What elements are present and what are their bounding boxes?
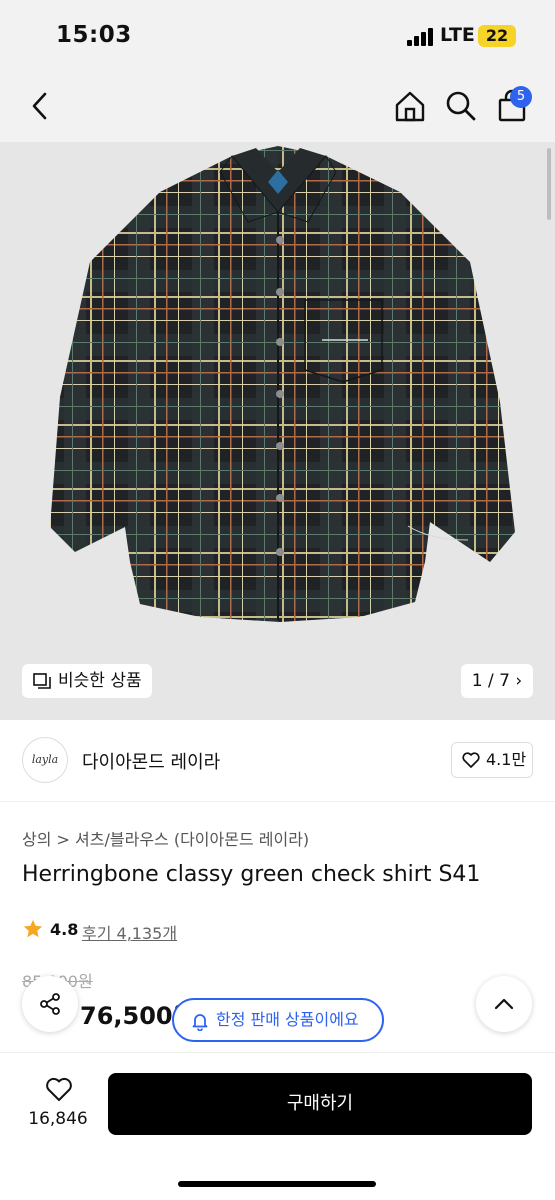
scroll-to-top-button[interactable] (476, 976, 532, 1032)
limited-sale-notice: 한정 판매 상품이에요 (172, 998, 384, 1042)
breadcrumb-secondary[interactable]: 셔츠/블라우스 (다이아몬드 레이라) (75, 830, 309, 849)
bottom-action-bar: 16,846 구매하기 (0, 1052, 555, 1200)
battery-indicator: 22 (478, 25, 516, 47)
home-icon[interactable] (390, 86, 430, 126)
heart-icon (46, 1077, 72, 1101)
signal-icon (407, 28, 433, 46)
product-shirt-image (50, 146, 515, 622)
rating-score: 4.8 (50, 920, 79, 939)
back-arrow-icon[interactable] (20, 86, 60, 126)
limited-sale-label: 한정 판매 상품이에요 (216, 1010, 359, 1029)
top-nav: 5 (0, 72, 555, 142)
search-icon[interactable] (441, 86, 481, 126)
status-bar: 15:03 LTE 22 (0, 0, 555, 72)
product-page: 15:03 LTE 22 5 비슷한 상품 1 / 7 › layla 다이아몬… (0, 0, 555, 1200)
product-title: Herringbone classy green check shirt S41 (22, 862, 481, 887)
brand-like-count: 4.1만 (486, 750, 527, 769)
image-counter: 1 / 7 (471, 671, 510, 691)
wishlist-button[interactable]: 16,846 (22, 1073, 94, 1135)
brand-name[interactable]: 다이아몬드 레이라 (82, 748, 220, 774)
product-image-gallery[interactable]: 비슷한 상품 1 / 7 › (0, 142, 555, 720)
brand-logo[interactable]: layla (22, 737, 68, 783)
similar-products-label: 비슷한 상품 (58, 671, 142, 691)
home-indicator (178, 1181, 376, 1187)
cart-count-badge: 5 (510, 86, 532, 108)
scrollbar[interactable] (547, 148, 551, 220)
heart-icon (462, 752, 480, 768)
review-count-link[interactable]: 후기 4,135개 (82, 920, 177, 944)
image-counter-button[interactable]: 1 / 7 › (461, 664, 533, 698)
wishlist-count: 16,846 (28, 1109, 88, 1129)
breadcrumb-primary[interactable]: 상의 (22, 830, 51, 849)
similar-items-icon (33, 673, 51, 689)
bell-icon (192, 1014, 208, 1031)
star-icon (23, 919, 43, 938)
share-button[interactable] (22, 976, 78, 1032)
buy-button[interactable]: 구매하기 (108, 1073, 532, 1135)
chevron-up-icon (494, 998, 514, 1010)
breadcrumb-separator-icon: > (56, 830, 76, 849)
similar-products-button[interactable]: 비슷한 상품 (22, 664, 152, 698)
brand-like-button[interactable]: 4.1만 (451, 742, 533, 778)
chevron-right-icon: › (515, 671, 523, 691)
brand-row[interactable]: layla 다이아몬드 레이라 4.1만 (0, 720, 555, 802)
status-time: 15:03 (56, 22, 132, 48)
category-breadcrumb: 상의 > 셔츠/블라우스 (다이아몬드 레이라) (22, 826, 309, 850)
network-label: LTE (440, 24, 475, 46)
share-icon (40, 993, 60, 1015)
